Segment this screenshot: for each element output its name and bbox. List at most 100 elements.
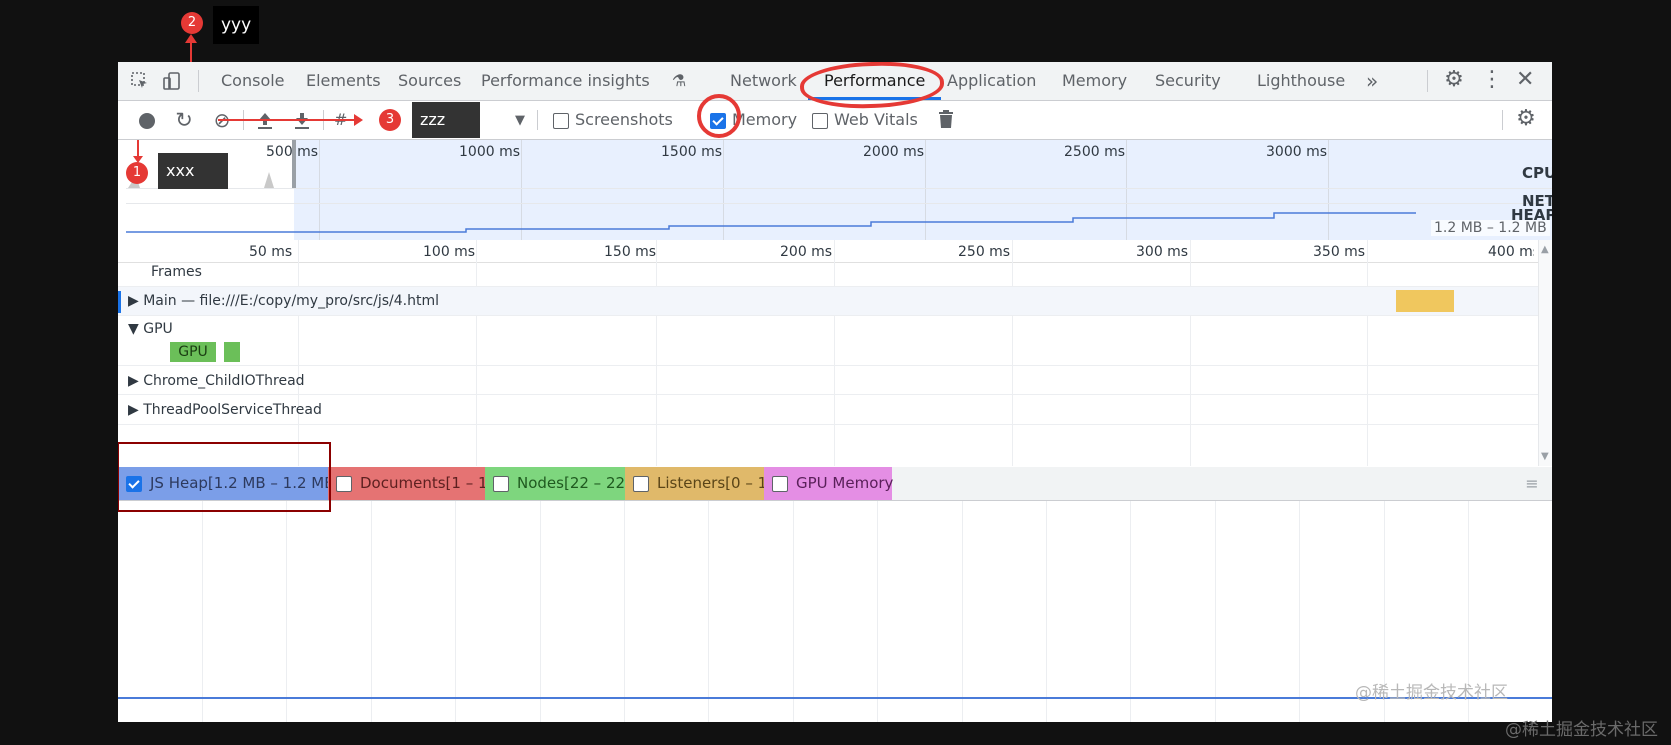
gpu-memory-label: GPU Memory	[796, 474, 894, 492]
experiment-flask-icon: ⚗	[671, 71, 687, 90]
frames-track-label: Frames	[151, 264, 202, 280]
tab-application[interactable]: Application	[947, 62, 1036, 100]
track-divider	[118, 365, 1538, 366]
memory-gridline	[1299, 501, 1300, 722]
gpu-event-label: GPU	[178, 344, 208, 360]
gpu-memory-checkbox[interactable]	[772, 476, 788, 492]
annotation-arrow-3	[218, 119, 358, 121]
gear-icon[interactable]: ⚙	[1443, 69, 1465, 91]
tab-network[interactable]: Network	[730, 62, 797, 100]
counter-gpu-memory[interactable]: GPU Memory	[764, 467, 894, 500]
tab-performance-insights[interactable]: Performance insights	[481, 62, 650, 100]
tab-lighthouse[interactable]: Lighthouse	[1257, 62, 1345, 100]
more-tabs-button[interactable]: »	[1366, 62, 1378, 100]
ruler-tick-label: 350 ms	[1313, 244, 1366, 260]
memory-gridline	[1130, 501, 1131, 722]
gpu-track-label[interactable]: ▼ GPU	[128, 321, 173, 337]
counter-documents[interactable]: Documents[1 – 1]	[328, 467, 493, 500]
thread-pool-track-title: ThreadPoolServiceThread	[143, 402, 322, 418]
annotation-tip-1: xxx	[158, 153, 228, 189]
devtools-window: Console Elements Sources Performance ins…	[118, 62, 1552, 722]
toolbar-separator-3	[537, 110, 538, 130]
trash-icon[interactable]	[937, 109, 955, 132]
tabbar-separator	[198, 70, 199, 92]
memory-gridline	[793, 501, 794, 722]
watermark-outer: @稀土掘金技术社区	[1505, 720, 1658, 740]
watermark-inner: @稀土掘金技术社区	[1355, 683, 1508, 703]
time-ruler: 50 ms 100 ms 150 ms 200 ms 250 ms 300 ms…	[118, 240, 1552, 263]
memory-gridline	[962, 501, 963, 722]
inspect-element-icon[interactable]	[130, 71, 150, 94]
tab-security[interactable]: Security	[1155, 62, 1221, 100]
record-button[interactable]	[139, 113, 155, 129]
memory-label: Memory	[732, 110, 798, 129]
nodes-checkbox[interactable]	[493, 476, 509, 492]
tabbar-separator-right	[1427, 70, 1428, 92]
track-divider	[118, 315, 1538, 316]
memory-gridline	[202, 501, 203, 722]
counter-listeners[interactable]: Listeners[0 – 1]	[625, 467, 773, 500]
overview-tick-label: 2500 ms	[1064, 144, 1126, 160]
track-divider	[118, 424, 1538, 425]
overview-lane-divider	[126, 203, 1552, 204]
track-gridline	[1367, 240, 1368, 466]
load-profile-icon[interactable]	[255, 110, 275, 133]
ruler-tick-label: 50 ms	[249, 244, 293, 260]
memory-counters-bar: JS Heap[1.2 MB – 1.2 MB] Documents[1 – 1…	[118, 467, 1552, 501]
kebab-menu-icon[interactable]: ⋮	[1481, 69, 1503, 91]
memory-gridline	[708, 501, 709, 722]
track-gridline	[476, 240, 477, 466]
thread-pool-track-label[interactable]: ▶ ThreadPoolServiceThread	[128, 402, 322, 418]
tab-elements[interactable]: Elements	[306, 62, 381, 100]
tab-memory[interactable]: Memory	[1062, 62, 1127, 100]
close-icon[interactable]: ✕	[1516, 69, 1534, 91]
device-toolbar-icon[interactable]	[162, 71, 182, 94]
toolbar-separator-4	[1502, 110, 1503, 130]
gpu-track-title: GPU	[143, 321, 173, 337]
overview-tick-label: 2000 ms	[863, 144, 925, 160]
heap-line	[126, 212, 1416, 233]
annotation-arrowhead-3	[354, 114, 363, 126]
overview-lane-divider	[126, 188, 1552, 189]
memory-gridline	[540, 501, 541, 722]
scroll-down-arrow-icon[interactable]: ▼	[1541, 451, 1549, 462]
ruler-tick-label: 250 ms	[958, 244, 1011, 260]
memory-gridline	[286, 501, 287, 722]
ruler-tick-label: 150 ms	[604, 244, 657, 260]
track-gridline	[1190, 240, 1191, 466]
highlight-memory-checkbox	[697, 94, 741, 138]
annotation-arrowhead-2	[185, 34, 197, 43]
resize-handle-icon[interactable]: ≡	[1523, 474, 1541, 494]
main-thread-task-block[interactable]	[1396, 290, 1454, 312]
ruler-tick-label: 300 ms	[1136, 244, 1189, 260]
tab-console[interactable]: Console	[221, 62, 285, 100]
track-divider	[118, 394, 1538, 395]
heap-range-label: 1.2 MB – 1.2 MB	[1431, 220, 1550, 236]
annotation-badge-1: 1	[126, 162, 148, 184]
memory-gridline	[1046, 501, 1047, 722]
highlight-js-heap-box	[118, 442, 331, 512]
timeline-overview[interactable]: 500 ms 1000 ms 1500 ms 2000 ms 2500 ms 3…	[126, 140, 1552, 240]
nodes-label: Nodes[22 – 22]	[517, 474, 631, 492]
listeners-checkbox[interactable]	[633, 476, 649, 492]
gpu-event-block-small[interactable]	[224, 342, 240, 362]
scroll-up-arrow-icon[interactable]: ▲	[1541, 244, 1549, 255]
track-gridline	[834, 240, 835, 466]
gpu-event-block[interactable]: GPU	[170, 342, 216, 362]
reload-profile-icon[interactable]: ↻	[173, 110, 195, 131]
documents-checkbox[interactable]	[336, 476, 352, 492]
capture-settings-gear-icon[interactable]: ⚙	[1515, 108, 1537, 130]
counter-nodes[interactable]: Nodes[22 – 22]	[485, 467, 631, 500]
save-profile-icon[interactable]	[292, 110, 312, 133]
ruler-tick-label: 200 ms	[780, 244, 833, 260]
main-track-title: Main — file:///E:/copy/my_pro/src/js/4.h…	[143, 293, 440, 309]
tab-sources[interactable]: Sources	[398, 62, 461, 100]
main-track-label[interactable]: ▶ Main — file:///E:/copy/my_pro/src/js/4…	[128, 293, 439, 309]
profile-select-dropdown-icon[interactable]: ▼	[513, 111, 527, 131]
main-track-selected-marker	[118, 291, 121, 313]
screenshots-checkbox[interactable]	[553, 113, 569, 129]
overview-tick-label: 3000 ms	[1266, 144, 1328, 160]
web-vitals-checkbox[interactable]	[812, 113, 828, 129]
child-io-track-label[interactable]: ▶ Chrome_ChildIOThread	[128, 373, 305, 389]
tracks-scrollbar[interactable]	[1538, 240, 1552, 466]
